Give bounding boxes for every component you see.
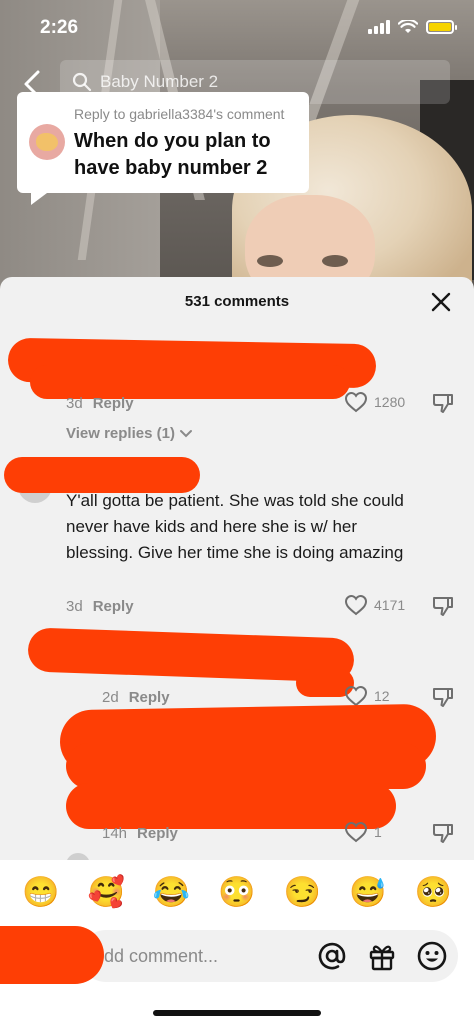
dislike-icon[interactable]: [432, 595, 454, 617]
emoji-smirk-button[interactable]: 😏: [284, 878, 321, 908]
comment-meta: 2d Reply: [102, 689, 170, 706]
quick-emoji-bar: 😁 🥰 😂 😳 😏 😅 🥺: [0, 860, 474, 926]
reply-button[interactable]: Reply: [93, 598, 134, 615]
like-count: 1: [374, 824, 382, 840]
dislike-icon[interactable]: [432, 822, 454, 844]
heart-icon: [344, 391, 368, 413]
home-indicator: [153, 1010, 321, 1016]
like-button[interactable]: 4171: [344, 594, 405, 616]
emoji-flushed-button[interactable]: 😳: [218, 878, 255, 908]
redaction-mark: [0, 926, 104, 984]
status-bar: 2:26: [0, 0, 474, 58]
gift-icon[interactable]: [366, 940, 398, 972]
reply-button[interactable]: Reply: [129, 689, 170, 706]
reply-comment-text: When do you plan to have baby number 2: [74, 130, 271, 179]
comments-count-title: 531 comments: [184, 293, 290, 310]
like-count: 1280: [374, 394, 406, 410]
view-replies-label: View replies (1): [66, 425, 175, 442]
dislike-icon[interactable]: [432, 392, 454, 414]
like-count: 12: [374, 688, 390, 704]
emoji-joy-button[interactable]: 😂: [153, 878, 190, 908]
heart-icon: [344, 594, 368, 616]
redaction-mark: [30, 365, 350, 399]
mention-icon[interactable]: [316, 940, 348, 972]
search-icon: [72, 72, 92, 92]
emoji-hearts-button[interactable]: 🥰: [87, 878, 124, 908]
like-button[interactable]: 1280: [344, 391, 405, 413]
emoji-picker-icon[interactable]: [416, 940, 448, 972]
emoji-grin-button[interactable]: 😁: [22, 878, 59, 908]
reply-button[interactable]: Reply: [93, 395, 134, 412]
reply-context-bubble[interactable]: Reply to gabriella3384's comment When do…: [17, 92, 309, 205]
person-eye: [322, 255, 348, 267]
reply-to-label: Reply to gabriella3384's comment: [74, 106, 285, 122]
comment-time: 3d: [66, 598, 83, 615]
status-icons: [368, 20, 457, 34]
close-icon[interactable]: [430, 291, 452, 313]
comment-input-placeholder: dd comment...: [104, 945, 219, 966]
comment-input-bar: dd comment...: [0, 926, 474, 1026]
comment-meta: 14h Reply: [102, 825, 178, 842]
person-face: [245, 195, 375, 290]
like-count: 4171: [374, 597, 406, 613]
battery-icon: [426, 20, 457, 34]
cellular-signal-icon: [368, 20, 390, 34]
status-time: 2:26: [40, 17, 79, 38]
comment-time: 14h: [102, 825, 128, 842]
dislike-icon[interactable]: [432, 686, 454, 708]
comment-text: Y'all gotta be patient. She was told she…: [66, 491, 404, 562]
wifi-icon: [398, 20, 418, 33]
emoji-pleading-button[interactable]: 🥺: [415, 878, 452, 908]
comment-meta: 3d Reply: [66, 598, 134, 615]
heart-icon: [344, 821, 368, 843]
chevron-down-icon: [179, 429, 192, 437]
like-button[interactable]: 1: [344, 821, 382, 843]
heart-icon: [344, 685, 368, 707]
comment-meta: 3d Reply: [66, 395, 134, 412]
reply-button[interactable]: Reply: [137, 825, 178, 842]
comment-time: 3d: [66, 395, 83, 412]
search-query: Baby Number 2: [100, 72, 219, 91]
input-actions: [316, 940, 448, 972]
emoji-sweat-smile-button[interactable]: 😅: [349, 878, 386, 908]
comment-time: 2d: [102, 689, 119, 706]
view-replies-button[interactable]: View replies (1): [66, 425, 193, 442]
person-eye: [257, 255, 283, 267]
avatar: [29, 124, 65, 160]
